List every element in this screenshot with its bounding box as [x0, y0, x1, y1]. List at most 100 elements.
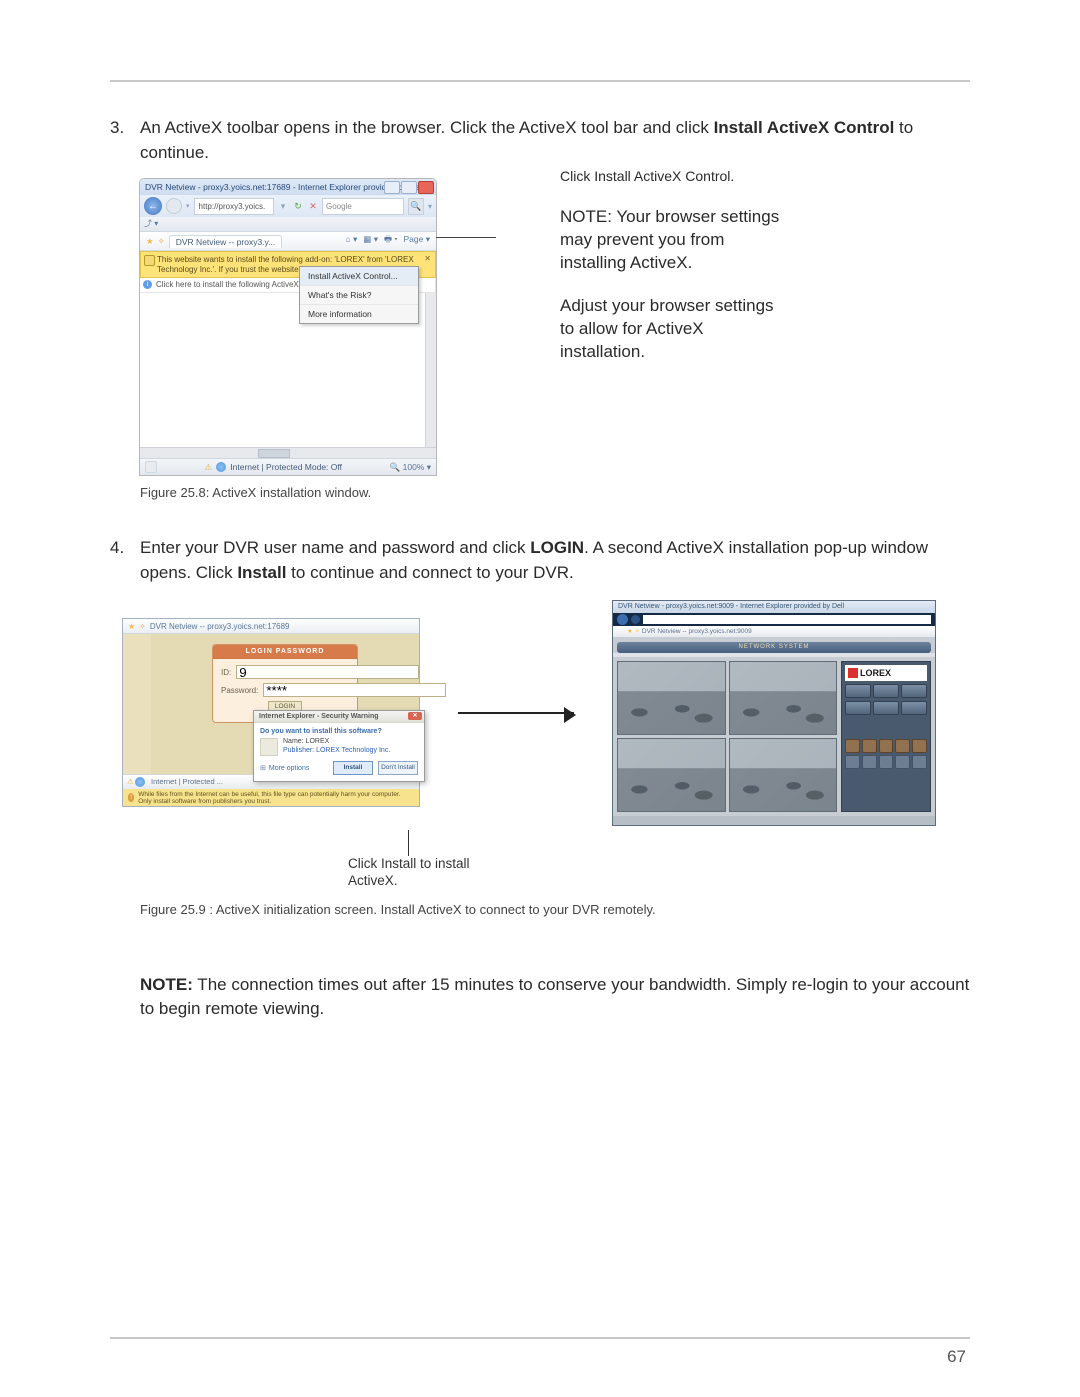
status-icon: [145, 461, 157, 473]
forward-button[interactable]: [631, 615, 640, 624]
browser-tab[interactable]: DVR Netview -- proxy3.y...: [169, 235, 283, 248]
note-paragraph: NOTE: The connection times out after 15 …: [140, 973, 970, 1022]
more-options-link[interactable]: More options: [269, 765, 309, 772]
callout-text: Click Install to install ActiveX.: [348, 856, 498, 890]
back-button[interactable]: [617, 614, 628, 625]
status-text: Internet | Protected Mode: Off: [230, 462, 342, 472]
feeds-icon[interactable]: ▦ ▾: [363, 234, 378, 248]
activex-context-menu: Install ActiveX Control... What's the Ri…: [299, 266, 419, 324]
close-icon[interactable]: [418, 181, 434, 194]
scrollbar[interactable]: [425, 293, 436, 447]
tab-bar: ★ ✧ DVR Netview -- proxy3.yoics.net:1768…: [123, 619, 419, 634]
text: to continue and connect to your DVR.: [286, 563, 573, 582]
forward-button[interactable]: [166, 198, 182, 214]
refresh-icon[interactable]: ↻: [292, 201, 304, 212]
channel-button[interactable]: [912, 755, 927, 769]
print-icon[interactable]: 🖶 ▾: [384, 234, 398, 248]
step-text: Enter your DVR user name and password an…: [140, 536, 970, 585]
camera-grid: [617, 661, 837, 812]
minimize-icon[interactable]: [384, 181, 400, 194]
step-number: 3.: [110, 116, 140, 165]
camera-feed-2[interactable]: [729, 661, 838, 735]
browser-content: Install ActiveX Control... What's the Ri…: [140, 293, 436, 447]
control-button[interactable]: [901, 701, 927, 715]
channel-button[interactable]: [845, 739, 860, 753]
logo-text: LOREX: [860, 668, 891, 678]
password-input[interactable]: [263, 683, 446, 697]
dialog-title-bar: Internet Explorer - Security Warning ✕: [254, 711, 424, 723]
channel-button[interactable]: [895, 755, 910, 769]
sidebar-placeholder: [123, 634, 151, 774]
control-sidebar: LOREX: [841, 661, 931, 812]
address-bar[interactable]: [643, 615, 931, 624]
star-icon: ✧: [139, 622, 146, 631]
dialog-title: Internet Explorer - Security Warning: [259, 713, 379, 720]
status-text: Internet | Protected ...: [143, 777, 223, 786]
scrollbar-horizontal[interactable]: [258, 449, 290, 458]
warning-text: While files from the Internet can be use…: [138, 791, 414, 805]
install-button[interactable]: Install: [333, 761, 373, 775]
add-favorites-icon[interactable]: ✧: [158, 236, 165, 247]
control-button[interactable]: [873, 684, 899, 698]
bold-text: LOGIN: [530, 538, 584, 557]
figure-caption-1: Figure 25.8: ActiveX installation window…: [140, 485, 970, 500]
control-button[interactable]: [845, 701, 871, 715]
callout-text: Click Install ActiveX Control.: [560, 167, 790, 186]
channel-button[interactable]: [879, 755, 894, 769]
channel-button[interactable]: [862, 755, 877, 769]
search-input[interactable]: Google: [322, 198, 404, 215]
page-menu[interactable]: Page ▾: [404, 234, 431, 248]
logo-icon: [848, 668, 858, 678]
camera-feed-3[interactable]: [617, 738, 726, 812]
browser-tab[interactable]: DVR Netview -- proxy3.yoics.net:17689: [150, 622, 290, 631]
favorites-star-icon[interactable]: ★: [146, 236, 154, 247]
dropdown-icon[interactable]: ▾: [428, 202, 432, 211]
channel-button[interactable]: [845, 755, 860, 769]
window-title-bar: DVR Netview - proxy3.yoics.net:17689 - I…: [140, 179, 436, 195]
menu-whats-the-risk[interactable]: What's the Risk?: [300, 286, 418, 305]
warning-strip: ! While files from the Internet can be u…: [123, 789, 419, 806]
figure-caption-2: Figure 25.9 : ActiveX initialization scr…: [140, 902, 970, 917]
menu-install-activex[interactable]: Install ActiveX Control...: [300, 267, 418, 286]
dropdown-icon[interactable]: ▾: [278, 201, 288, 212]
browser-tab[interactable]: ★ ✧ DVR Netview -- proxy3.yoics.net:9009: [613, 626, 935, 638]
control-button[interactable]: [845, 684, 871, 698]
password-label: Password:: [221, 686, 258, 695]
id-input[interactable]: [236, 665, 419, 679]
zoom-indicator[interactable]: 🔍 100% ▾: [390, 462, 431, 473]
search-icon[interactable]: 🔍: [408, 198, 424, 215]
arrow-icon: [456, 712, 576, 714]
home-icon[interactable]: ⌂ ▾: [346, 234, 358, 248]
maximize-icon[interactable]: [401, 181, 417, 194]
close-icon[interactable]: ✕: [408, 712, 422, 720]
menu-more-information[interactable]: More information: [300, 305, 418, 323]
star-icon: ★: [128, 622, 135, 631]
channel-button[interactable]: [879, 739, 894, 753]
step-text: An ActiveX toolbar opens in the browser.…: [140, 116, 970, 165]
channel-button[interactable]: [862, 739, 877, 753]
shield-icon: [144, 255, 155, 266]
publisher-link[interactable]: Publisher: LOREX Technology Inc.: [283, 747, 390, 755]
note-label: NOTE:: [140, 975, 193, 994]
bold-text: Install: [237, 563, 286, 582]
id-label: ID:: [221, 668, 231, 677]
figure-login-activex: ★ ✧ DVR Netview -- proxy3.yoics.net:1768…: [122, 618, 420, 807]
control-button[interactable]: [901, 684, 927, 698]
shield-icon: !: [128, 793, 134, 802]
back-button[interactable]: ←: [144, 197, 162, 215]
stop-icon[interactable]: ✕: [308, 201, 318, 212]
camera-feed-1[interactable]: [617, 661, 726, 735]
channel-button[interactable]: [895, 739, 910, 753]
close-icon[interactable]: ✕: [424, 254, 431, 264]
dropdown-icon[interactable]: ▾: [186, 202, 190, 210]
control-button[interactable]: [873, 701, 899, 715]
camera-feed-4[interactable]: [729, 738, 838, 812]
browser-nav-bar: ← ▾ http://proxy3.yoics. ▾ ↻ ✕ Google 🔍 …: [140, 195, 436, 217]
step-number: 4.: [110, 536, 140, 585]
text: An ActiveX toolbar opens in the browser.…: [140, 118, 714, 137]
login-title: LOGIN PASSWORD: [213, 645, 357, 659]
channel-button[interactable]: [912, 739, 927, 753]
address-bar[interactable]: http://proxy3.yoics.: [194, 198, 274, 215]
dont-install-button[interactable]: Don't Install: [378, 761, 418, 775]
chevron-icon[interactable]: ⊞: [260, 764, 266, 772]
